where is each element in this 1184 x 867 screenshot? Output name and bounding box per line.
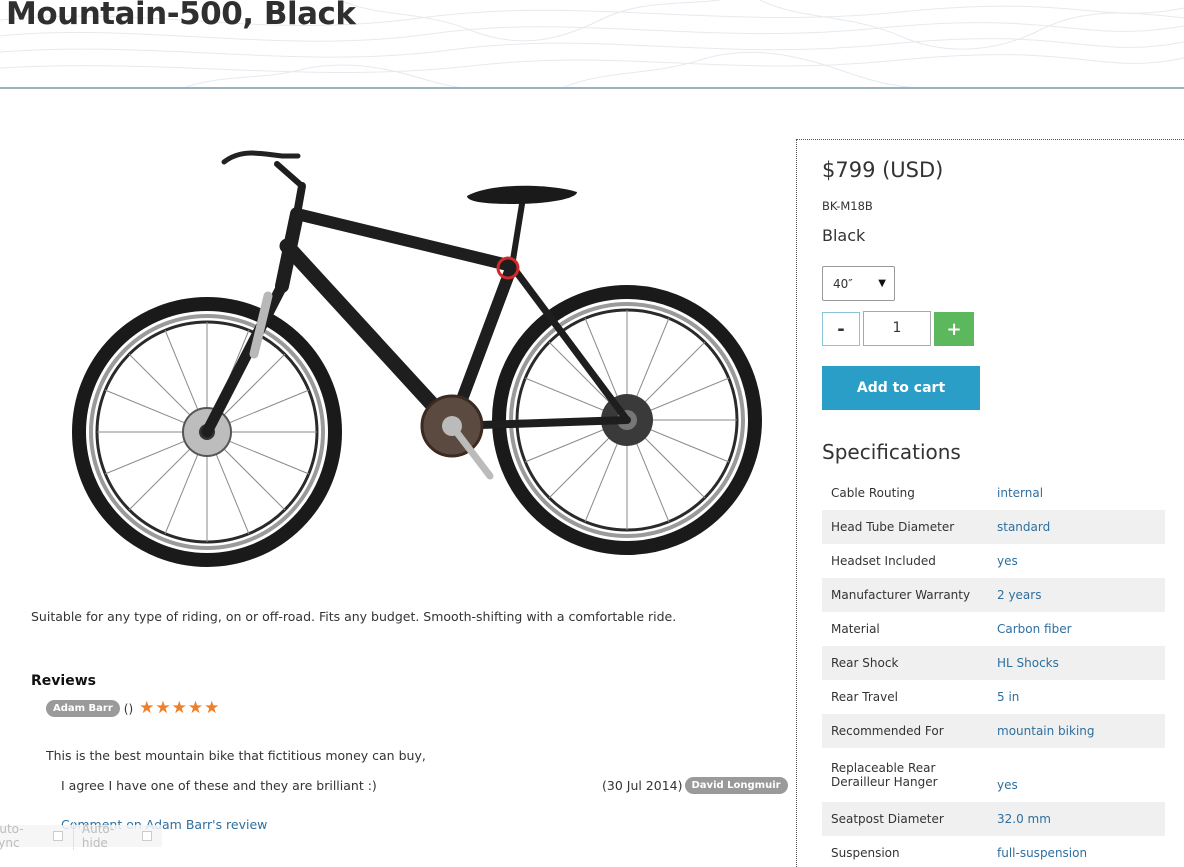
page-title: Mountain-500, Black — [6, 0, 356, 32]
spec-name: Replaceable Rear Derailleur Hanger — [831, 761, 938, 789]
handlebar — [221, 150, 301, 165]
spec-row: Replaceable Rear Derailleur Hanger yes — [822, 748, 1165, 802]
spec-row: Suspension full-suspension — [822, 836, 1165, 867]
spec-name: Head Tube Diameter — [822, 510, 988, 544]
crankset — [420, 394, 494, 480]
spec-name: Rear Shock — [822, 646, 988, 680]
auto-hide-toggle[interactable]: Auto-hide — [82, 822, 162, 850]
review-text: This is the best mountain bike that fict… — [46, 748, 426, 763]
quantity-input[interactable]: 1 — [863, 311, 931, 346]
product-sku: BK-M18B — [822, 199, 873, 213]
product-price: $799 (USD) — [822, 158, 944, 182]
product-description: Suitable for any type of riding, on or o… — [31, 609, 677, 624]
spec-value: internal — [997, 486, 1044, 500]
star-icon: ★ — [204, 698, 220, 718]
spec-name: Material — [831, 622, 880, 636]
sync-controls: auto-sync Auto-hide — [0, 822, 162, 850]
star-rating: ★ ★ ★ ★ ★ — [139, 700, 219, 717]
quantity-increment-button[interactable]: + — [934, 312, 974, 346]
spec-name: Manufacturer Warranty — [822, 578, 988, 612]
size-select[interactable]: 40″ ▼ — [822, 266, 895, 301]
spec-name: Cable Routing — [831, 486, 915, 500]
spec-row: Head Tube Diameter standard — [822, 510, 1165, 544]
spec-value: mountain biking — [988, 714, 1165, 748]
reply-date: (30 Jul 2014) — [602, 778, 683, 793]
auto-hide-label: Auto-hide — [81, 822, 115, 850]
specifications-table: Cable Routing internal Head Tube Diamete… — [822, 476, 1165, 867]
spec-name: Suspension — [831, 846, 900, 860]
spec-value: 32.0 mm — [988, 802, 1165, 836]
auto-sync-label: auto-sync — [0, 822, 24, 850]
auto-sync-toggle[interactable]: auto-sync — [0, 822, 74, 850]
star-icon: ★ — [139, 698, 155, 718]
star-icon: ★ — [187, 698, 204, 718]
reply-text: I agree I have one of these and they are… — [61, 778, 377, 793]
spec-name: Headset Included — [831, 554, 936, 568]
spec-value: yes — [997, 778, 1018, 792]
review-author-badge[interactable]: Adam Barr — [46, 700, 120, 717]
size-select-value: 40″ — [833, 276, 853, 291]
spec-row: Seatpost Diameter 32.0 mm — [822, 802, 1165, 836]
page-header: Mountain-500, Black — [0, 0, 1184, 89]
auto-hide-checkbox[interactable] — [142, 831, 152, 841]
spec-row: Cable Routing internal — [822, 476, 1165, 510]
spec-row: Recommended For mountain biking — [822, 714, 1165, 748]
auto-sync-checkbox[interactable] — [53, 831, 63, 841]
spec-row: Headset Included yes — [822, 544, 1165, 578]
star-icon: ★ — [171, 698, 187, 718]
spec-name: Seatpost Diameter — [822, 802, 988, 836]
spec-row: Rear Travel 5 in — [822, 680, 1165, 714]
review-parens: () — [123, 701, 134, 716]
saddle — [467, 185, 577, 204]
caret-down-icon: ▼ — [878, 278, 886, 289]
review-meta: Adam Barr () ★ ★ ★ ★ ★ — [46, 700, 219, 717]
spec-row: Manufacturer Warranty 2 years — [822, 578, 1165, 612]
spec-value: 2 years — [988, 578, 1165, 612]
spec-name: Rear Travel — [831, 690, 898, 704]
spec-value: standard — [988, 510, 1165, 544]
spec-value: 5 in — [997, 690, 1020, 704]
star-icon: ★ — [155, 698, 171, 718]
reply-author-badge[interactable]: David Longmuir — [684, 777, 788, 794]
spec-value: yes — [997, 554, 1018, 568]
spec-value: HL Shocks — [988, 646, 1165, 680]
specifications-heading: Specifications — [822, 440, 961, 464]
spec-row: Material Carbon fiber — [822, 612, 1165, 646]
spec-value: Carbon fiber — [997, 622, 1072, 636]
add-to-cart-button[interactable]: Add to cart — [822, 366, 980, 410]
product-image[interactable] — [72, 136, 762, 576]
reviews-heading: Reviews — [31, 673, 96, 689]
spec-value: full-suspension — [997, 846, 1088, 860]
reply-meta: (30 Jul 2014) David Longmuir — [602, 777, 788, 794]
product-color: Black — [822, 226, 866, 245]
spec-name: Recommended For — [822, 714, 988, 748]
quantity-decrement-button[interactable]: - — [822, 312, 860, 346]
spec-row: Rear Shock HL Shocks — [822, 646, 1165, 680]
